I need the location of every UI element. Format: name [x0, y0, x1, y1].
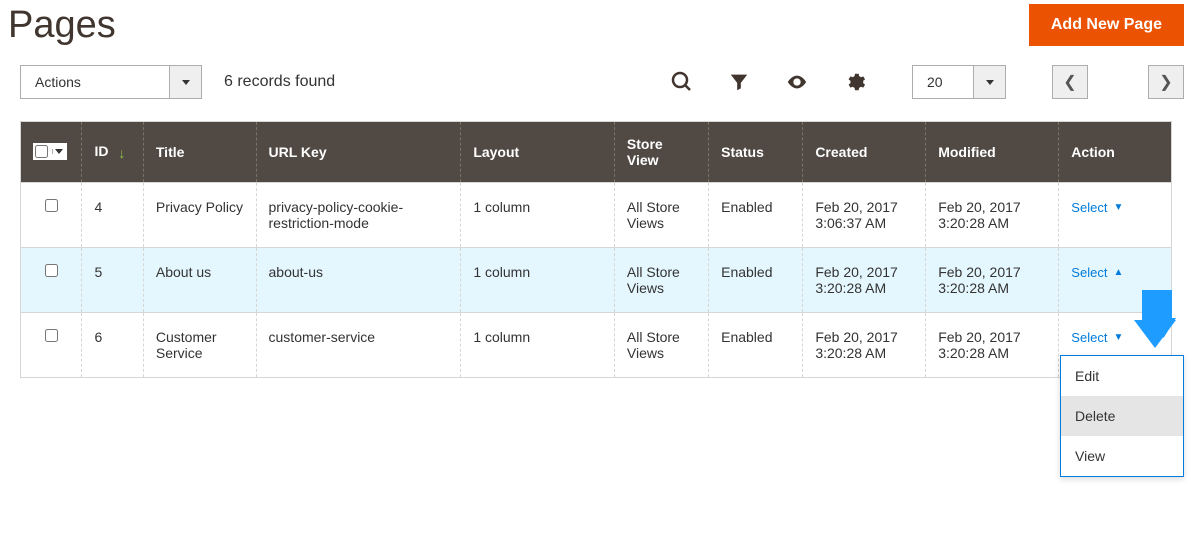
- cell-action: Select ▼: [1059, 183, 1172, 248]
- row-select-link[interactable]: Select ▼: [1071, 330, 1123, 345]
- cell-status: Enabled: [709, 248, 803, 313]
- page-title: Pages: [8, 4, 116, 47]
- chevron-down-icon: [170, 65, 202, 99]
- column-header-checkbox[interactable]: [21, 122, 82, 183]
- cell-modified: Feb 20, 2017 3:20:28 AM: [926, 183, 1059, 248]
- cell-title: Customer Service: [143, 313, 256, 378]
- actions-dropdown-label: Actions: [20, 65, 170, 99]
- row-checkbox[interactable]: [45, 264, 58, 277]
- dropdown-item-view[interactable]: View: [1061, 436, 1183, 476]
- cursor-pointer-icon: [1134, 290, 1176, 353]
- cell-url-key: about-us: [256, 248, 461, 313]
- cell-layout: 1 column: [461, 313, 615, 378]
- sort-descending-icon: ↓: [118, 145, 125, 161]
- actions-dropdown[interactable]: Actions: [20, 65, 202, 99]
- add-new-page-button[interactable]: Add New Page: [1029, 4, 1184, 46]
- page-size-select[interactable]: 20: [912, 65, 1006, 99]
- row-checkbox[interactable]: [45, 329, 58, 342]
- next-page-button[interactable]: ❯: [1148, 65, 1184, 99]
- cell-layout: 1 column: [461, 183, 615, 248]
- row-select-link[interactable]: Select ▼: [1071, 200, 1123, 215]
- cell-store-view: All Store Views: [614, 183, 708, 248]
- column-header-status[interactable]: Status: [709, 122, 803, 183]
- dropdown-item-edit[interactable]: Edit: [1061, 356, 1183, 396]
- column-header-modified[interactable]: Modified: [926, 122, 1059, 183]
- column-header-action[interactable]: Action: [1059, 122, 1172, 183]
- cell-created: Feb 20, 2017 3:06:37 AM: [803, 183, 926, 248]
- cell-store-view: All Store Views: [614, 248, 708, 313]
- cell-url-key: customer-service: [256, 313, 461, 378]
- cell-id: 5: [82, 248, 143, 313]
- column-header-title[interactable]: Title: [143, 122, 256, 183]
- caret-icon: ▼: [1113, 202, 1123, 213]
- column-header-url-key[interactable]: URL Key: [256, 122, 461, 183]
- cell-store-view: All Store Views: [614, 313, 708, 378]
- chevron-left-icon: ❮: [1063, 72, 1076, 92]
- cell-status: Enabled: [709, 183, 803, 248]
- cell-id: 4: [82, 183, 143, 248]
- row-checkbox[interactable]: [45, 199, 58, 212]
- table-row[interactable]: 5About usabout-us1 columnAll Store Views…: [21, 248, 1172, 313]
- cell-title: Privacy Policy: [143, 183, 256, 248]
- records-found-text: 6 records found: [224, 73, 335, 91]
- cell-url-key: privacy-policy-cookie-restriction-mode: [256, 183, 461, 248]
- pages-grid: ID ↓ Title URL Key Layout Store View Sta…: [20, 121, 1172, 378]
- chevron-down-icon: [974, 65, 1006, 99]
- gear-icon[interactable]: [844, 71, 866, 93]
- chevron-down-icon[interactable]: [52, 149, 65, 154]
- select-all-checkbox[interactable]: [35, 145, 48, 158]
- cell-modified: Feb 20, 2017 3:20:28 AM: [926, 248, 1059, 313]
- table-row[interactable]: 6Customer Servicecustomer-service1 colum…: [21, 313, 1172, 378]
- search-icon[interactable]: [670, 70, 694, 94]
- column-header-created[interactable]: Created: [803, 122, 926, 183]
- prev-page-button[interactable]: ❮: [1052, 65, 1088, 99]
- cell-layout: 1 column: [461, 248, 615, 313]
- cell-title: About us: [143, 248, 256, 313]
- column-header-store-view[interactable]: Store View: [614, 122, 708, 183]
- cell-created: Feb 20, 2017 3:20:28 AM: [803, 313, 926, 378]
- page-size-value: 20: [912, 65, 974, 99]
- dropdown-item-delete[interactable]: Delete: [1061, 396, 1183, 436]
- eye-icon[interactable]: [784, 71, 810, 93]
- cell-created: Feb 20, 2017 3:20:28 AM: [803, 248, 926, 313]
- column-header-label: ID: [94, 143, 108, 159]
- row-action-dropdown: Edit Delete View: [1060, 355, 1184, 477]
- cell-status: Enabled: [709, 313, 803, 378]
- cell-id: 6: [82, 313, 143, 378]
- filter-icon[interactable]: [728, 71, 750, 93]
- cell-modified: Feb 20, 2017 3:20:28 AM: [926, 313, 1059, 378]
- column-header-layout[interactable]: Layout: [461, 122, 615, 183]
- caret-icon: ▲: [1113, 267, 1123, 278]
- row-select-link[interactable]: Select ▲: [1071, 265, 1123, 280]
- caret-icon: ▼: [1113, 332, 1123, 343]
- chevron-right-icon: ❯: [1159, 72, 1172, 92]
- column-header-id[interactable]: ID ↓: [82, 122, 143, 183]
- table-row[interactable]: 4Privacy Policyprivacy-policy-cookie-res…: [21, 183, 1172, 248]
